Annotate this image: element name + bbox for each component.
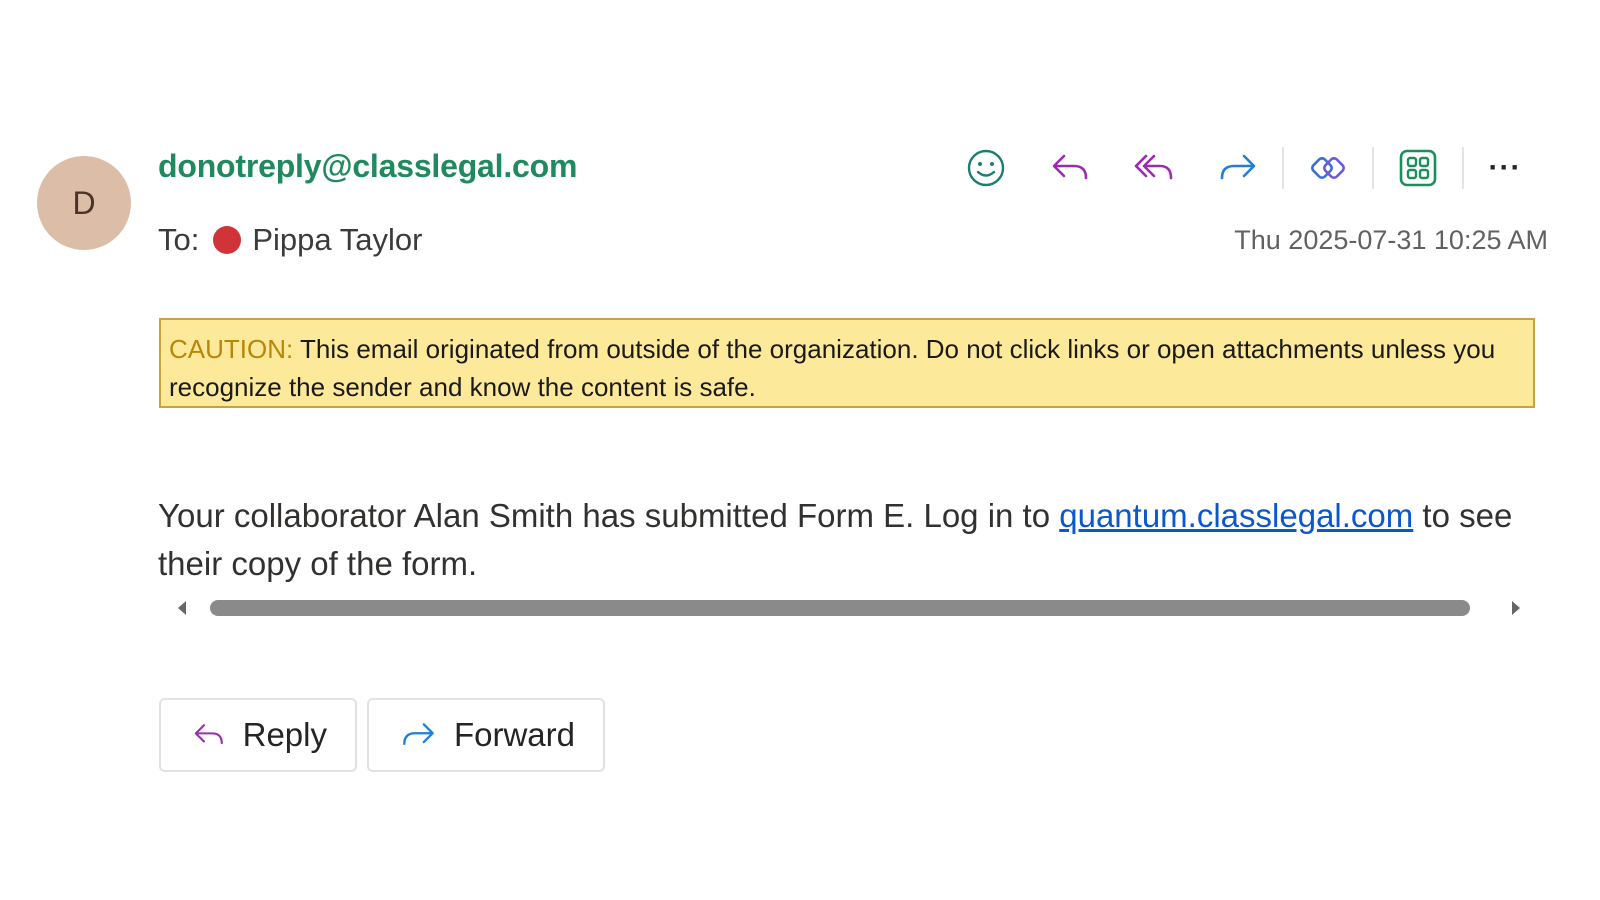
recipient-name[interactable]: Pippa Taylor [252,222,422,258]
reply-button[interactable]: Reply [159,698,357,772]
message-body: Your collaborator Alan Smith has submitt… [158,492,1548,588]
forward-toolbar-button[interactable] [1213,143,1263,193]
forward-button-label: Forward [453,716,575,753]
scroll-right-arrow-icon[interactable] [1512,601,1520,615]
recipient-line: To: Pippa Taylor [158,222,422,258]
reply-icon [194,724,223,745]
sender-avatar[interactable]: D [37,156,131,250]
forward-icon [1220,154,1256,180]
apps-button[interactable] [1393,143,1443,193]
loop-button[interactable] [1303,143,1353,193]
email-reading-pane: D donotreply@classlegal.com ··· To: Pipp… [0,0,1600,900]
to-label: To: [158,222,200,257]
scroll-left-arrow-icon[interactable] [178,601,186,615]
presence-status-icon [213,226,242,254]
message-toolbar: ··· [944,143,1528,193]
emoji-icon [967,149,1005,187]
reply-actions: Reply Forward [159,698,615,772]
more-icon[interactable]: ··· [1482,153,1528,183]
reply-icon [1052,154,1088,180]
scrollbar-thumb[interactable] [210,600,1470,616]
caution-banner: CAUTION: This email originated from outs… [159,318,1535,408]
apps-icon [1399,149,1437,187]
message-timestamp: Thu 2025-07-31 10:25 AM [1234,225,1548,255]
body-text-before: Your collaborator Alan Smith has submitt… [158,497,1060,534]
caution-label: CAUTION: [169,334,294,364]
reply-toolbar-button[interactable] [1045,143,1095,193]
emoji-button[interactable] [961,143,1011,193]
loop-icon [1311,157,1345,179]
caution-text: This email originated from outside of th… [169,334,1496,402]
toolbar-divider [1462,147,1464,189]
forward-button[interactable]: Forward [367,698,605,772]
reply-all-icon [1134,154,1173,180]
reply-all-toolbar-button[interactable] [1129,143,1179,193]
avatar-initial: D [72,184,96,221]
reply-button-label: Reply [242,716,327,753]
toolbar-divider [1372,147,1374,189]
horizontal-scrollbar[interactable] [170,598,1524,620]
forward-icon [403,723,434,746]
body-link[interactable]: quantum.classlegal.com [1059,497,1413,534]
toolbar-divider [1282,147,1284,189]
sender-email[interactable]: donotreply@classlegal.com [158,148,577,185]
